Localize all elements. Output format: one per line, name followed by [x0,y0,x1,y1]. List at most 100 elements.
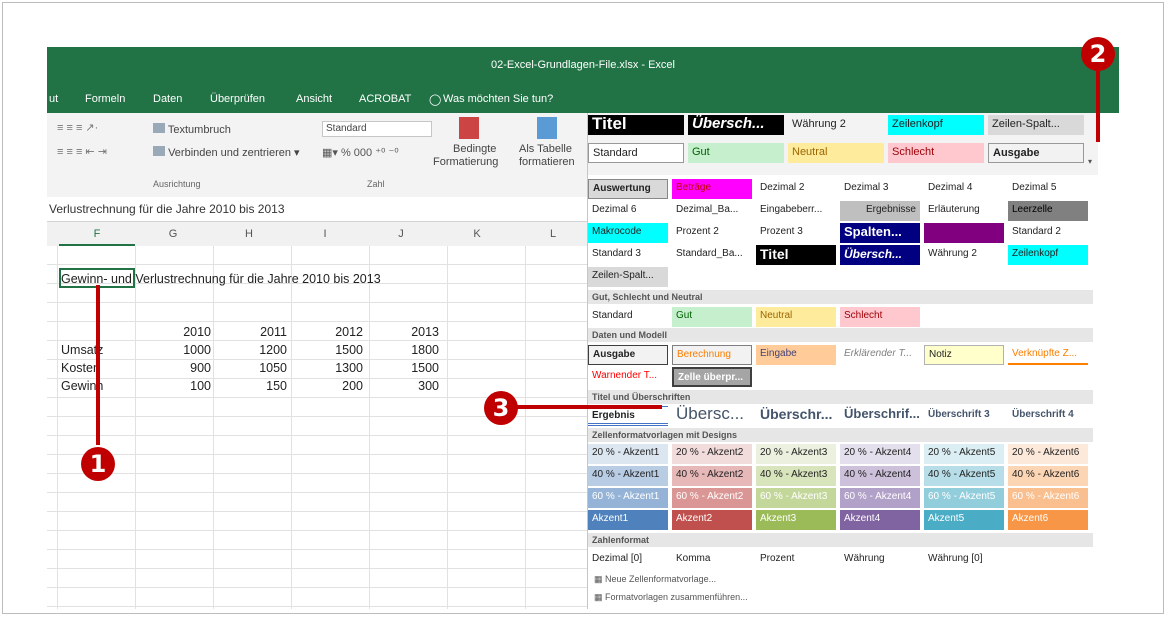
value-cell[interactable]: 900 [151,361,211,375]
style-spaltenkopf[interactable]: Spaltenkopf [924,223,1004,243]
style-akzent6[interactable]: Akzent6 [1008,510,1088,530]
style-akzent4[interactable]: Akzent4 [840,510,920,530]
style-dezimal3[interactable]: Dezimal 3 [840,179,920,199]
value-cell[interactable]: 1800 [379,343,439,357]
style-ausgabe[interactable]: Ausgabe [588,345,668,365]
tab-formeln[interactable]: Formeln [85,93,125,105]
formula-bar[interactable]: Verlustrechnung für die Jahre 2010 bis 2… [47,197,587,222]
value-cell[interactable]: 100 [151,379,211,393]
style-ergebnis[interactable]: Ergebnis [588,406,668,426]
style-ueberschrift-2[interactable]: Überschrif... [840,404,924,426]
sheet-title-cell[interactable]: Gewinn- und Verlustrechnung für die Jahr… [61,272,381,286]
style-gut-preview[interactable]: Gut [688,143,784,163]
value-cell[interactable]: 1300 [303,361,363,375]
year-cell[interactable]: 2010 [151,325,211,339]
column-l[interactable]: L [515,228,591,240]
style-20-akzent2[interactable]: 20 % - Akzent2 [672,444,752,464]
style-zelle-ueberpruefen[interactable]: Zelle überpr... [672,367,752,387]
number-format-icons[interactable]: ▦▾ % 000 ⁺⁰ ⁻⁰ [322,146,399,159]
style-40-akzent4[interactable]: 40 % - Akzent4 [840,466,920,486]
style-dezimal4[interactable]: Dezimal 4 [924,179,1004,199]
style-dezimal-0[interactable]: Dezimal [0] [588,550,668,570]
tab-start-partial[interactable]: ut [49,93,58,105]
style-waehrung2[interactable]: Währung 2 [924,245,1004,265]
style-60-akzent3[interactable]: 60 % - Akzent3 [756,488,836,508]
tell-me-search[interactable]: Was möchten Sie tun? [443,93,553,105]
style-60-akzent2[interactable]: 60 % - Akzent2 [672,488,752,508]
style-ueberschrift-1[interactable]: Überschr... [756,404,840,426]
style-zeilen-spalt[interactable]: Zeilen-Spalt... [588,267,668,287]
value-cell[interactable]: 1200 [227,343,287,357]
column-k[interactable]: K [439,228,515,240]
style-standard2[interactable]: Standard 2 [1008,223,1088,243]
merge-center-button[interactable]: Verbinden und zentrieren ▾ [153,146,300,159]
style-leerzelle[interactable]: Leerzelle [1008,201,1088,221]
style-zeilenkopf-preview[interactable]: Zeilenkopf [888,115,984,135]
worksheet-grid[interactable] [47,246,587,609]
tab-ansicht[interactable]: Ansicht [296,93,332,105]
style-ueberschrift-4[interactable]: Überschrift 4 [1008,406,1088,426]
style-60-akzent4[interactable]: 60 % - Akzent4 [840,488,920,508]
tab-acrobat[interactable]: ACROBAT [359,93,411,105]
style-ausgabe-preview[interactable]: Ausgabe [988,143,1084,163]
style-berechnung[interactable]: Berechnung [672,345,752,365]
style-dezimal-ba[interactable]: Dezimal_Ba... [672,201,752,221]
value-cell[interactable]: 1050 [227,361,287,375]
year-cell[interactable]: 2011 [227,325,287,339]
style-standard-preview[interactable]: Standard [588,143,684,163]
style-auswertung[interactable]: Auswertung [588,179,668,199]
style-prozent2[interactable]: Prozent 2 [672,223,752,243]
style-20-akzent3[interactable]: 20 % - Akzent3 [756,444,836,464]
align-top-icons[interactable]: ≡ ≡ ≡ ↗· [57,121,98,134]
style-dezimal5[interactable]: Dezimal 5 [1008,179,1088,199]
style-40-akzent1[interactable]: 40 % - Akzent1 [588,466,668,486]
style-40-akzent6[interactable]: 40 % - Akzent6 [1008,466,1088,486]
style-prozent3[interactable]: Prozent 3 [756,223,836,243]
style-betraege[interactable]: Beträge [672,179,752,199]
row-label-cell[interactable]: Kosten [61,361,100,375]
style-makrocode[interactable]: Makrocode [588,223,668,243]
style-verknuepfte-zelle[interactable]: Verknüpfte Z... [1008,345,1088,365]
year-cell[interactable]: 2013 [379,325,439,339]
style-spalten[interactable]: Spalten... [840,223,920,243]
tab-ueberpruefen[interactable]: Überprüfen [210,93,265,105]
style-erlaeuterung[interactable]: Erläuterung [924,201,1004,221]
style-zeilen-spalt-preview[interactable]: Zeilen-Spalt... [988,115,1084,135]
style-erklaerender-text[interactable]: Erklärender T... [840,345,920,365]
wrap-text-button[interactable]: Textumbruch [153,123,231,136]
cond-format-label-2[interactable]: Formatierung [433,156,498,168]
style-neutral[interactable]: Neutral [756,307,836,327]
style-standard3[interactable]: Standard 3 [588,245,668,265]
style-standard[interactable]: Standard [588,307,668,327]
style-akzent2[interactable]: Akzent2 [672,510,752,530]
column-f[interactable]: F [59,228,135,246]
style-20-akzent6[interactable]: 20 % - Akzent6 [1008,444,1088,464]
style-20-akzent4[interactable]: 20 % - Akzent4 [840,444,920,464]
style-waehrung2-preview[interactable]: Währung 2 [788,115,884,135]
table-label-1[interactable]: Als Tabelle [519,143,572,155]
style-waehrung[interactable]: Währung [840,550,920,570]
style-dezimal2[interactable]: Dezimal 2 [756,179,836,199]
style-titel[interactable]: Titel [756,245,836,265]
style-waehrung-0[interactable]: Währung [0] [924,550,1004,570]
style-schlecht-preview[interactable]: Schlecht [888,143,984,163]
style-zeilenkopf[interactable]: Zeilenkopf [1008,245,1088,265]
number-format-dropdown[interactable]: Standard [322,121,432,137]
value-cell[interactable]: 1000 [151,343,211,357]
style-40-akzent3[interactable]: 40 % - Akzent3 [756,466,836,486]
table-label-2[interactable]: formatieren [519,156,575,168]
style-eingabe[interactable]: Eingabe [756,345,836,365]
value-cell[interactable]: 150 [227,379,287,393]
style-40-akzent2[interactable]: 40 % - Akzent2 [672,466,752,486]
style-schlecht[interactable]: Schlecht [840,307,920,327]
style-notiz[interactable]: Notiz [924,345,1004,365]
column-g[interactable]: G [135,228,211,240]
style-akzent5[interactable]: Akzent5 [924,510,1004,530]
year-cell[interactable]: 2012 [303,325,363,339]
style-60-akzent1[interactable]: 60 % - Akzent1 [588,488,668,508]
style-40-akzent5[interactable]: 40 % - Akzent5 [924,466,1004,486]
style-akzent3[interactable]: Akzent3 [756,510,836,530]
style-komma[interactable]: Komma [672,550,752,570]
style-60-akzent6[interactable]: 60 % - Akzent6 [1008,488,1088,508]
style-dezimal6[interactable]: Dezimal 6 [588,201,668,221]
